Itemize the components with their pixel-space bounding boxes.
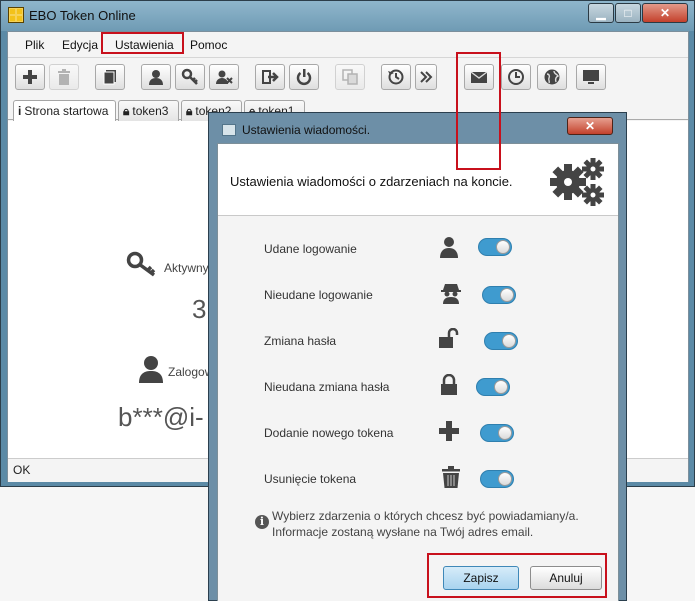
toggle-knob <box>498 472 512 486</box>
history-button[interactable] <box>381 64 411 90</box>
dialog-title: Ustawienia wiadomości. <box>242 123 371 137</box>
row-label-token-added: Dodanie nowego tokena <box>264 426 394 440</box>
user-icon <box>440 237 458 258</box>
toggle-login-success[interactable] <box>478 238 512 256</box>
toggle-password-change[interactable] <box>484 332 518 350</box>
lock-icon <box>441 374 457 395</box>
user-delete-icon <box>216 70 233 84</box>
dialog-info-text: Wybierz zdarzenia o których chcesz być p… <box>272 508 579 540</box>
toggle-knob <box>496 240 510 254</box>
message-settings-button[interactable] <box>464 64 494 90</box>
monitor-button[interactable] <box>576 64 606 90</box>
logout-button[interactable] <box>255 64 285 90</box>
menu-pomoc[interactable]: Pomoc <box>190 38 227 52</box>
user-button[interactable] <box>141 64 171 90</box>
globe-icon <box>544 69 560 85</box>
key-icon <box>126 251 156 277</box>
menu-plik[interactable]: Plik <box>25 38 44 52</box>
key-button[interactable] <box>175 64 205 90</box>
remove-user-button[interactable] <box>209 64 239 90</box>
cancel-button[interactable]: Anuluj <box>530 566 602 590</box>
spy-icon <box>441 284 461 304</box>
copy-icon <box>342 69 358 85</box>
plus-icon <box>439 421 459 441</box>
add-token-button[interactable] <box>15 64 45 90</box>
envelope-icon <box>470 71 488 83</box>
window-icon <box>222 124 236 136</box>
logout-icon <box>262 70 279 84</box>
toggle-token-removed[interactable] <box>480 470 514 488</box>
globe-button[interactable] <box>537 64 567 90</box>
history-icon <box>388 69 404 85</box>
info-icon: i <box>255 515 269 529</box>
book-icon <box>103 70 116 85</box>
menu-ustawienia[interactable]: Ustawienia <box>115 38 174 52</box>
monitor-icon <box>583 70 599 84</box>
dialog-close-button[interactable]: ✕ <box>567 117 613 135</box>
info-line-1: Wybierz zdarzenia o których chcesz być p… <box>272 509 579 523</box>
tab-label: token3 <box>132 104 169 118</box>
status-text: OK <box>13 463 31 477</box>
dialog-header: Ustawienia wiadomości o zdarzeniach na k… <box>218 144 618 216</box>
close-button[interactable]: ✕ <box>642 3 688 23</box>
toggle-password-change-failed[interactable] <box>476 378 510 396</box>
power-icon <box>296 69 312 86</box>
title-bar[interactable]: EBO Token Online ▁ □ ✕ <box>1 1 694 31</box>
key-icon <box>181 68 198 85</box>
toggle-token-added[interactable] <box>480 424 514 442</box>
user-icon <box>139 356 163 383</box>
toggle-knob <box>494 380 508 394</box>
tab-start-page[interactable]: i Strona startowa <box>13 100 116 122</box>
toggle-knob <box>498 426 512 440</box>
menu-edycja[interactable]: Edycja <box>62 38 98 52</box>
unlock-icon <box>439 328 459 348</box>
lock-icon: 🔒︎ <box>123 104 130 118</box>
toggle-login-failed[interactable] <box>482 286 516 304</box>
row-label-password-change-failed: Nieudana zmiana hasła <box>264 380 390 394</box>
clock-icon <box>508 69 524 85</box>
tab-token3[interactable]: 🔒︎ token3 <box>118 100 179 121</box>
info-icon: i <box>18 104 22 118</box>
maximize-button[interactable]: □ <box>615 3 641 23</box>
delete-token-button[interactable] <box>49 64 79 90</box>
add-icon <box>23 70 37 84</box>
trash-icon <box>58 69 70 85</box>
row-label-password-change: Zmiana hasła <box>264 334 337 348</box>
toggle-knob <box>500 288 514 302</box>
trash-icon <box>442 466 460 488</box>
minimize-button[interactable]: ▁ <box>588 3 614 23</box>
window-title: EBO Token Online <box>29 8 136 23</box>
power-button[interactable] <box>289 64 319 90</box>
info-line-2: Informacje zostaną wysłane na Twój adres… <box>272 525 534 539</box>
toggle-knob <box>502 334 516 348</box>
tab-label: Strona startowa <box>24 104 109 118</box>
row-label-login-failed: Nieudane logowanie <box>264 288 373 302</box>
copy-button[interactable] <box>335 64 365 90</box>
logged-user-email: b***@i- <box>118 402 204 432</box>
more-button[interactable] <box>415 64 437 90</box>
clock-button[interactable] <box>501 64 531 90</box>
logged-user-label: Zalogow <box>168 365 214 379</box>
double-chevron-icon <box>420 71 433 83</box>
gears-icon <box>550 158 604 206</box>
lock-icon: 🔒︎ <box>186 104 193 118</box>
active-tokens-count: 3 <box>192 294 207 324</box>
dialog-header-text: Ustawienia wiadomości o zdarzeniach na k… <box>230 174 513 189</box>
book-button[interactable] <box>95 64 125 90</box>
menu-bar: Plik Edycja Ustawienia Pomoc <box>8 32 688 57</box>
row-label-token-removed: Usunięcie tokena <box>264 472 357 486</box>
save-button[interactable]: Zapisz <box>443 566 519 590</box>
row-label-login-success: Udane logowanie <box>264 242 357 256</box>
app-logo-icon <box>8 7 24 23</box>
toolbar <box>8 57 688 95</box>
user-icon <box>149 70 163 85</box>
